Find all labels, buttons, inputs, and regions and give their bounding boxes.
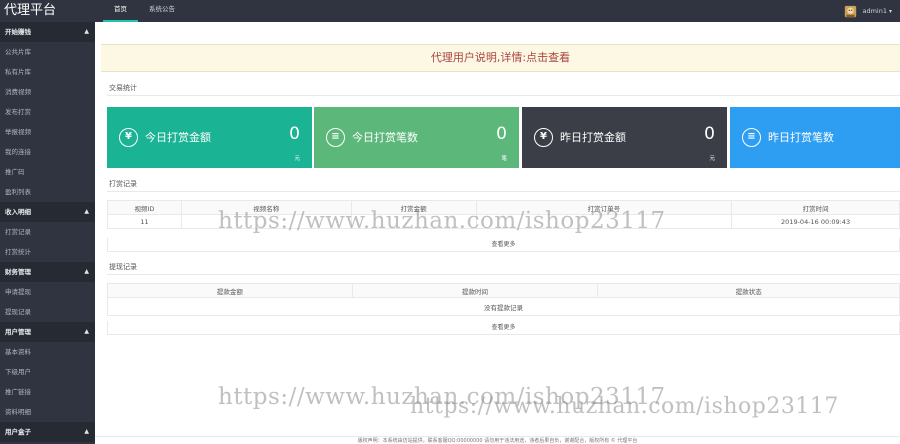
sidebar-item-private-library[interactable]: 私有片库 [0,62,95,82]
user-name: admin1 [862,7,887,15]
column-header: 打赏订单号 [475,200,733,215]
sidebar-item-details[interactable]: 资料明细 [0,402,95,422]
divider [107,191,900,192]
sidebar-item-request-withdraw[interactable]: 申请提现 [0,282,95,302]
withdraw-section-title: 提现记录 [109,263,137,271]
main-content: 代理用户说明,详情:点击查看 交易统计 ¥ 今日打赏金额 0 元 ≡ 今日打赏笔… [95,22,900,444]
chevron-up-icon: ▲ [84,28,89,35]
stat-unit: 元 [294,156,300,162]
list-icon: ≡ [326,128,345,147]
sidebar-group-income[interactable]: 收入明细 ▲ [0,202,95,222]
column-header: 提款状态 [597,283,900,298]
sidebar-item-sub-users[interactable]: 下级用户 [0,362,95,382]
stat-card-today-amount: ¥ 今日打赏金额 0 元 [107,107,312,168]
sidebar-item-promo-links[interactable]: 推广链接 [0,382,95,402]
yen-icon: ¥ [119,128,138,147]
tips-more-link[interactable]: 查看更多 [107,238,900,252]
yen-icon: ¥ [534,128,553,147]
table-row: 11 2019-04-16 00:09:43 [107,214,900,229]
footer: 版权声明：本系统由仿站提供，联系客服QQ:00000000 请勿用于违法用途，违… [95,436,900,444]
table-cell [350,214,477,229]
stat-label: 今日打赏金额 [145,131,211,144]
stat-value: 0 [289,124,300,144]
stat-value: 0 [704,124,715,144]
stat-card-yesterday-amount: ¥ 昨日打赏金额 0 元 [522,107,727,168]
stat-label: 今日打赏笔数 [352,131,418,144]
sidebar-group-box[interactable]: 用户盒子 ▲ [0,422,95,442]
table-cell: 2019-04-16 00:09:43 [731,214,900,229]
column-header: 提款时间 [351,283,599,298]
sidebar-item-tip-records[interactable]: 打赏记录 [0,222,95,242]
nav-announcements[interactable]: 系统公告 [138,0,186,22]
app-title: 代理平台 [4,3,57,18]
sidebar-item-publish-tip[interactable]: 发布打赏 [0,102,95,122]
sidebar-group-earn[interactable]: 开始赚钱 ▲ [0,22,95,42]
notice-banner[interactable]: 代理用户说明,详情:点击查看 [101,44,900,72]
sidebar-item-public-library[interactable]: 公共片库 [0,42,95,62]
sidebar-item-promo-code[interactable]: 推广码 [0,162,95,182]
table-header-row: 提款金额 提款时间 提款状态 [107,283,900,298]
sidebar-group-finance[interactable]: 财务管理 ▲ [0,262,95,282]
table-header-row: 视频ID 视频名称 打赏金额 打赏订单号 打赏时间 [107,200,900,215]
stat-label: 昨日打赏笔数 [768,131,834,144]
empty-row: 没有提款记录 [107,297,900,316]
column-header: 视频名称 [180,200,352,215]
withdraw-records-table: 提款金额 提款时间 提款状态 没有提款记录 [107,283,900,316]
stat-unit: 元 [709,156,715,162]
column-header: 打赏金额 [350,200,477,215]
sidebar: 开始赚钱 ▲ 公共片库 私有片库 消费视频 发布打赏 举报视频 我的连接 推广码 … [0,22,95,444]
user-menu[interactable]: admin1 ▾ [844,0,892,22]
sidebar-item-profile[interactable]: 基本资料 [0,342,95,362]
column-header: 提款金额 [107,283,353,298]
sidebar-item-paid-video[interactable]: 消费视频 [0,82,95,102]
stat-value: 0 [496,124,507,144]
tip-records-table: 视频ID 视频名称 打赏金额 打赏订单号 打赏时间 11 2019-04-16 … [107,200,900,229]
table-cell [475,214,733,229]
avatar-icon [845,5,857,17]
stats-section-title: 交易统计 [109,84,137,92]
empty-message: 没有提款记录 [107,297,900,316]
top-nav: 首页 系统公告 [103,0,186,22]
chevron-up-icon: ▲ [84,428,89,435]
chevron-up-icon: ▲ [84,268,89,275]
top-bar: 代理平台 首页 系统公告 admin1 ▾ [0,0,900,22]
column-header: 打赏时间 [731,200,900,215]
column-header: 视频ID [107,200,182,215]
stat-card-today-count: ≡ 今日打赏笔数 0 笔 [314,107,519,168]
withdraw-more-link[interactable]: 查看更多 [107,321,900,335]
stat-label: 昨日打赏金额 [560,131,626,144]
table-cell [180,214,352,229]
nav-home[interactable]: 首页 [103,0,138,22]
sidebar-group-users[interactable]: 用户管理 ▲ [0,322,95,342]
divider [107,274,900,275]
tips-section-title: 打赏记录 [109,180,137,188]
chevron-down-icon: ▾ [888,7,892,15]
sidebar-item-my-links[interactable]: 我的连接 [0,142,95,162]
divider [107,95,900,96]
list-icon: ≡ [742,128,761,147]
sidebar-item-report-video[interactable]: 举报视频 [0,122,95,142]
stat-card-yesterday-count: ≡ 昨日打赏笔数 [730,107,900,168]
sidebar-item-tip-stats[interactable]: 打赏统计 [0,242,95,262]
sidebar-item-withdraw-records[interactable]: 提现记录 [0,302,95,322]
chevron-up-icon: ▲ [84,328,89,335]
stat-unit: 笔 [501,156,507,162]
sidebar-item-profit-list[interactable]: 盈利列表 [0,182,95,202]
table-cell: 11 [107,214,182,229]
chevron-up-icon: ▲ [84,208,89,215]
